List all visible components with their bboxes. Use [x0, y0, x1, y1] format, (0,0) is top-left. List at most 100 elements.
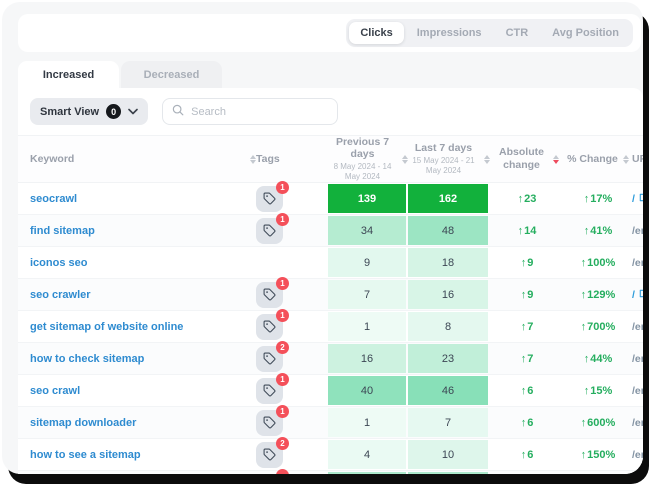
search-input[interactable] [191, 106, 328, 118]
percent-change-value: ↑44% [564, 353, 632, 365]
tag-count-badge: 1 [276, 309, 289, 322]
external-link-icon [638, 288, 643, 302]
sort-icon[interactable] [484, 155, 490, 164]
table-row[interactable]: get sitemap of website online 1 1 8 ↑7 ↑… [18, 311, 643, 343]
last-clicks-cell: 162 [408, 184, 488, 213]
table-row[interactable]: seo crawler 1 7 16 ↑9 ↑129% / [18, 279, 643, 311]
up-arrow-icon: ↑ [521, 417, 527, 429]
keyword-link[interactable]: how to see a sitemap [30, 449, 236, 461]
keyword-link[interactable]: iconos seo [30, 257, 236, 269]
percent-change-value: ↑41% [564, 225, 632, 237]
url-link[interactable]: /en/ [632, 449, 643, 461]
up-arrow-icon: ↑ [584, 385, 590, 397]
metric-tab-impressions[interactable]: Impressions [406, 22, 493, 44]
smart-view-dropdown[interactable]: Smart View 0 [30, 98, 148, 125]
tag-icon [263, 448, 276, 461]
last-clicks-cell: 7 [408, 408, 488, 437]
table-row[interactable]: seo crawl 1 40 46 ↑6 ↑15% /en/ [18, 375, 643, 407]
tag-button[interactable]: 1 [256, 410, 283, 436]
absolute-change-value: ↑6 [490, 385, 564, 397]
tag-button[interactable]: 1 [256, 218, 283, 244]
table-header-row: Keyword Tags Previous 7 days 8 May 2024 … [18, 135, 643, 183]
previous-clicks-cell [328, 472, 406, 474]
previous-clicks-cell: 9 [328, 248, 406, 277]
url-link[interactable]: /en/ [632, 417, 643, 429]
column-header-percent-change[interactable]: % Change [564, 153, 632, 165]
percent-change-value: ↑129% [564, 289, 632, 301]
keyword-link[interactable]: sitemap downloader [30, 417, 236, 429]
tag-icon [263, 352, 276, 365]
keyword-link[interactable]: seo crawler [30, 289, 236, 301]
column-header-last[interactable]: Last 7 days 15 May 2024 - 21 May 2024 [408, 142, 490, 176]
table-row[interactable]: sitemap downloader 1 1 7 ↑6 ↑600% /en/ [18, 407, 643, 439]
url-link[interactable]: /en/ [632, 257, 643, 269]
up-arrow-icon: ↑ [584, 225, 590, 237]
table-row[interactable]: iconos seo 9 18 ↑9 ↑100% /en/ [18, 247, 643, 279]
percent-change-value: ↑700% [564, 321, 632, 333]
tag-count-badge: 1 [276, 373, 289, 386]
last-date-range: 15 May 2024 - 21 May 2024 [409, 156, 479, 176]
last-clicks-cell: 16 [408, 280, 488, 309]
trend-tab-decreased[interactable]: Decreased [121, 61, 222, 88]
metric-tab-clicks[interactable]: Clicks [349, 22, 403, 44]
tag-count-badge: 1 [276, 181, 289, 194]
main-panel: Smart View 0 Keyword Tags [18, 88, 643, 474]
absolute-change-value: ↑9 [490, 257, 564, 269]
previous-date-range: 8 May 2024 - 14 May 2024 [328, 162, 397, 182]
tag-button[interactable]: 1 [256, 314, 283, 340]
url-link[interactable]: / [632, 192, 643, 206]
tag-button[interactable]: 1 [256, 282, 283, 308]
metric-tab-ctr[interactable]: CTR [495, 22, 540, 44]
url-link[interactable]: /en/ [632, 385, 643, 397]
sort-icon-active-desc[interactable] [553, 155, 559, 164]
table-row[interactable]: find sitemap 1 34 48 ↑14 ↑41% /en/ [18, 215, 643, 247]
column-header-previous[interactable]: Previous 7 days 8 May 2024 - 14 May 2024 [328, 136, 408, 182]
external-link-icon [638, 192, 643, 206]
up-arrow-icon: ↑ [518, 193, 524, 205]
tag-button[interactable]: 1 [256, 186, 283, 212]
trend-tabs: IncreasedDecreased [18, 61, 643, 88]
keyword-link[interactable]: seo crawl [30, 385, 236, 397]
column-header-absolute-change[interactable]: Absolute change [490, 146, 564, 172]
trend-tab-increased[interactable]: Increased [18, 61, 119, 88]
url-link[interactable]: /en/ [632, 321, 643, 333]
tag-button[interactable]: 2 [256, 346, 283, 372]
keyword-link[interactable]: find sitemap [30, 225, 236, 237]
metric-tab-avg-position[interactable]: Avg Position [541, 22, 630, 44]
tag-button[interactable]: 2 [256, 442, 283, 468]
url-link[interactable]: /en/ [632, 353, 643, 365]
last-clicks-cell: 46 [408, 376, 488, 405]
keyword-link[interactable]: seocrawl [30, 193, 236, 205]
tag-count-badge: 1 [276, 213, 289, 226]
table-row[interactable] [18, 471, 643, 474]
absolute-change-value: ↑14 [490, 225, 564, 237]
percent-change-value: ↑600% [564, 417, 632, 429]
up-arrow-icon: ↑ [581, 449, 587, 461]
up-arrow-icon: ↑ [581, 417, 587, 429]
sort-icon[interactable] [623, 155, 629, 164]
up-arrow-icon: ↑ [581, 289, 587, 301]
tag-button[interactable]: 1 [256, 378, 283, 404]
table-row[interactable]: seocrawl 1 139 162 ↑23 ↑17% / [18, 183, 643, 215]
absolute-change-value: ↑23 [490, 193, 564, 205]
column-header-url[interactable]: URL [632, 153, 643, 165]
table-row[interactable]: how to check sitemap 2 16 23 ↑7 ↑44% /en… [18, 343, 643, 375]
table-row[interactable]: how to see a sitemap 2 4 10 ↑6 ↑150% /en… [18, 439, 643, 471]
url-link[interactable]: /en/ [632, 225, 643, 237]
metric-tabs: ClicksImpressionsCTRAvg Position [346, 19, 633, 47]
last-clicks-cell: 8 [408, 312, 488, 341]
previous-clicks-cell: 1 [328, 312, 406, 341]
column-header-keyword[interactable]: Keyword [30, 153, 256, 165]
smart-view-label: Smart View [40, 106, 99, 118]
table-toolbar: Smart View 0 [18, 88, 643, 135]
up-arrow-icon: ↑ [521, 353, 527, 365]
tag-count-badge: 1 [276, 405, 289, 418]
tag-icon [263, 320, 276, 333]
previous-clicks-cell: 1 [328, 408, 406, 437]
url-link[interactable]: / [632, 288, 643, 302]
keyword-link[interactable]: how to check sitemap [30, 353, 236, 365]
tag-icon [263, 224, 276, 237]
last-clicks-cell [408, 472, 488, 474]
keyword-link[interactable]: get sitemap of website online [30, 321, 236, 333]
up-arrow-icon: ↑ [518, 225, 524, 237]
